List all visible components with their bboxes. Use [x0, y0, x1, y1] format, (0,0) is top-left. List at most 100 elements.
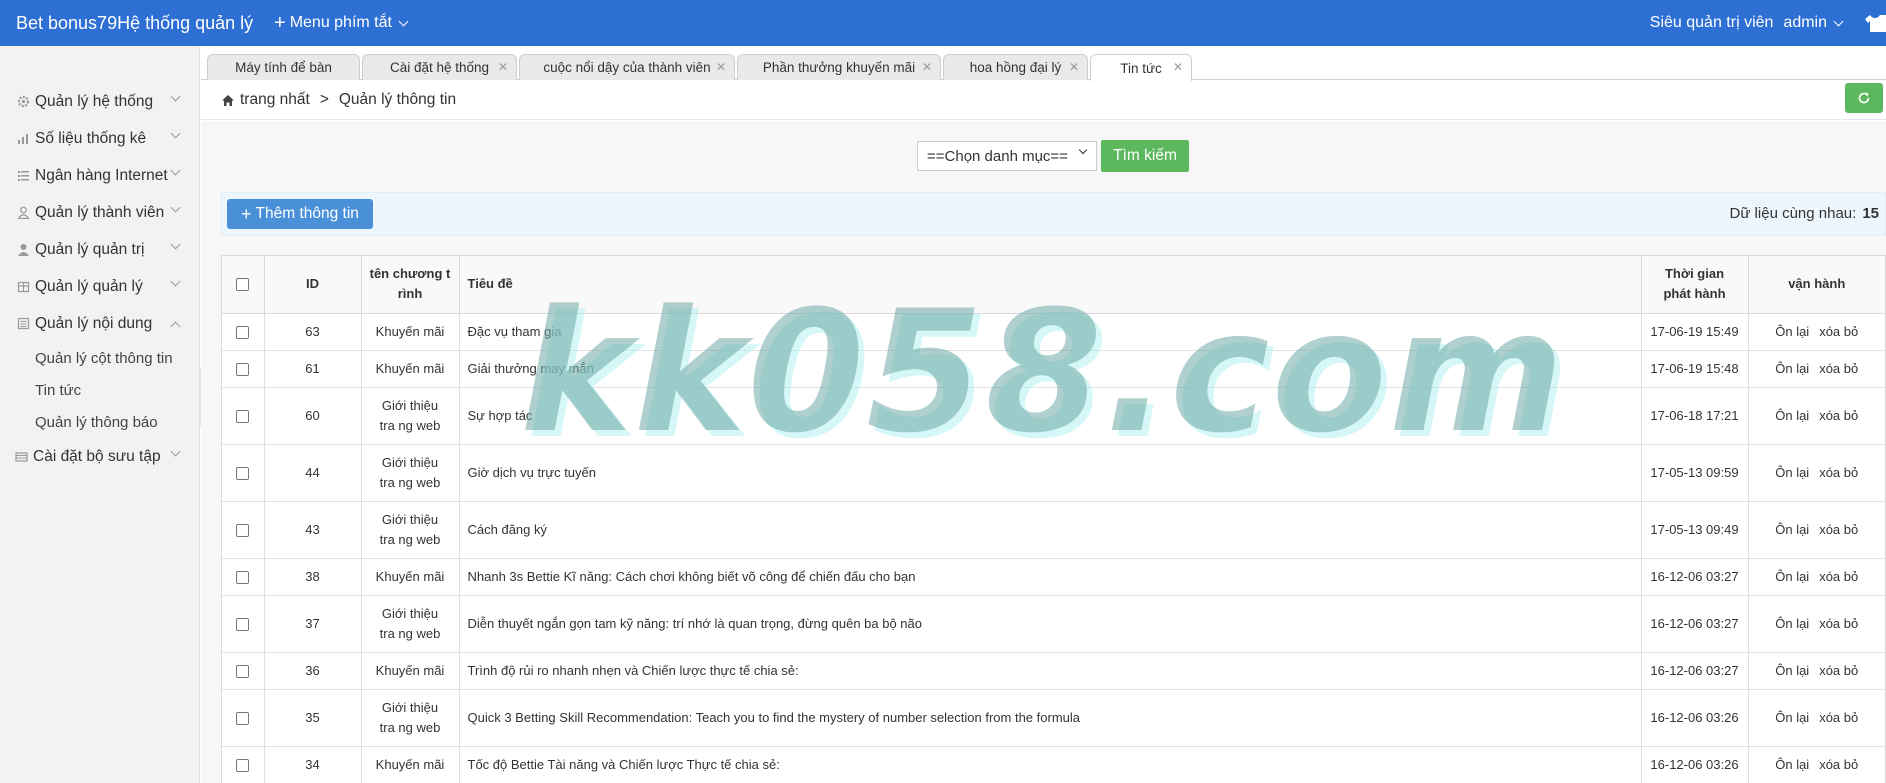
column-header-time[interactable]: Thời gian phát hành [1641, 256, 1749, 314]
refresh-button[interactable] [1845, 83, 1883, 113]
sidebar-subitem-news[interactable]: Tin tức [0, 374, 199, 406]
delete-link[interactable]: xóa bỏ [1819, 522, 1858, 537]
cell-id: 43 [264, 501, 362, 559]
sidebar-subitem-info-columns[interactable]: Quản lý cột thông tin [0, 342, 199, 374]
sidebar-item-statistics[interactable]: Số liệu thống kê [0, 120, 199, 157]
cell-time: 16-12-06 03:26 [1641, 746, 1749, 783]
close-icon[interactable]: ✕ [498, 60, 508, 74]
cell-id: 38 [264, 558, 362, 596]
sidebar-item-admins[interactable]: Quản lý quản trị [0, 231, 199, 268]
delete-link[interactable]: xóa bỏ [1819, 569, 1858, 584]
row-checkbox[interactable] [236, 409, 250, 423]
cell-program: Khuyến mãi [361, 350, 460, 388]
close-icon[interactable]: ✕ [922, 60, 932, 74]
row-checkbox[interactable] [236, 325, 250, 339]
row-checkbox[interactable] [236, 711, 250, 725]
close-icon[interactable]: ✕ [716, 60, 726, 74]
tab-promotion-rewards[interactable]: Phần thưởng khuyến mãi ✕ [737, 54, 941, 80]
tab-label: Phần thưởng khuyến mãi [762, 60, 916, 75]
cell-title: Đặc vụ tham gia [459, 313, 1642, 351]
edit-link[interactable]: Ôn lại [1775, 616, 1809, 631]
column-header-id[interactable]: ID [264, 256, 362, 314]
user-area: Siêu quản trị viên admin [1650, 0, 1886, 46]
table-row: 36 Khuyến mãi Trình độ rủi ro nhanh nhẹn v… [222, 652, 1885, 690]
edit-link[interactable]: Ôn lại [1775, 757, 1809, 772]
delete-link[interactable]: xóa bỏ [1819, 616, 1858, 631]
edit-link[interactable]: Ôn lại [1775, 324, 1809, 339]
app-brand[interactable]: Bet bonus79Hệ thống quản lý [0, 13, 270, 34]
tab-system-settings[interactable]: Cài đặt hệ thống ✕ [362, 54, 517, 80]
row-checkbox[interactable] [236, 570, 250, 584]
close-icon[interactable]: ✕ [1069, 60, 1079, 74]
edit-link[interactable]: Ôn lại [1775, 408, 1809, 423]
sidebar-item-internet-bank[interactable]: Ngân hàng Internet [0, 157, 199, 194]
sidebar-item-collection-settings[interactable]: Cài đặt bộ sưu tập [0, 438, 199, 475]
close-icon[interactable]: ✕ [1173, 60, 1183, 74]
cell-id: 61 [264, 350, 362, 388]
table-row: 43 Giới thiệu tra ng web Cách đăng ký 17-05… [222, 501, 1885, 559]
delete-link[interactable]: xóa bỏ [1819, 757, 1858, 772]
column-header-title[interactable]: Tiêu đề [459, 256, 1642, 314]
row-select-cell [222, 350, 265, 388]
edit-link[interactable]: Ôn lại [1775, 465, 1809, 480]
cell-actions: Ôn lại xóa bỏ [1748, 689, 1885, 747]
sidebar-item-content[interactable]: Quản lý nội dung [0, 305, 199, 342]
row-checkbox[interactable] [236, 362, 250, 376]
shortcut-menu-button[interactable]: + Menu phím tắt [274, 13, 409, 33]
row-checkbox[interactable] [236, 617, 250, 631]
gear-icon [16, 95, 31, 109]
delete-link[interactable]: xóa bỏ [1819, 324, 1858, 339]
cell-title: Diễn thuyết ngắn gọn tam kỹ năng: trí nh… [459, 595, 1642, 653]
delete-link[interactable]: xóa bỏ [1819, 465, 1858, 480]
row-select-cell [222, 444, 265, 502]
breadcrumb-separator: > [319, 91, 329, 108]
row-select-cell [222, 387, 265, 445]
cell-program: Giới thiệu tra ng web [361, 595, 460, 653]
user-menu-button[interactable]: admin [1783, 14, 1844, 32]
delete-link[interactable]: xóa bỏ [1819, 361, 1858, 376]
sidebar-item-management[interactable]: Quản lý quản lý [0, 268, 199, 305]
delete-link[interactable]: xóa bỏ [1819, 663, 1858, 678]
tab-member-uprising[interactable]: cuộc nổi dậy của thành viên ✕ [519, 54, 735, 80]
cell-program: Khuyến mãi [361, 652, 460, 690]
cell-time: 17-05-13 09:49 [1641, 501, 1749, 559]
cell-time: 17-06-19 15:49 [1641, 313, 1749, 351]
column-header-program[interactable]: tên chương t rình [361, 256, 460, 314]
sidebar-item-members[interactable]: Quản lý thành viên [0, 194, 199, 231]
row-checkbox[interactable] [236, 758, 250, 772]
sidebar-item-label: Số liệu thống kê [35, 129, 147, 147]
table-row: 34 Khuyến mãi Tốc độ Bettie Tài năng và Ch… [222, 746, 1885, 783]
theme-shirt-icon[interactable] [1864, 14, 1886, 32]
sidebar-item-system[interactable]: Quản lý hệ thống [0, 83, 199, 120]
cell-title: Tốc độ Bettie Tài năng và Chiến lược Thự… [459, 746, 1642, 783]
tab-agent-commission[interactable]: hoa hồng đại lý ✕ [943, 54, 1088, 80]
sidebar-item-label: Quản lý thành viên [35, 203, 165, 221]
chevron-down-icon [170, 128, 181, 139]
tab-desktop[interactable]: Máy tính để bàn [207, 54, 360, 80]
add-info-button[interactable]: + Thêm thông tin [227, 199, 373, 229]
refresh-icon [1858, 92, 1870, 104]
edit-link[interactable]: Ôn lại [1775, 361, 1809, 376]
cell-time: 16-12-06 03:26 [1641, 689, 1749, 747]
tab-news[interactable]: Tin tức ✕ [1090, 54, 1192, 81]
delete-link[interactable]: xóa bỏ [1819, 710, 1858, 725]
column-header-actions: vận hành [1748, 256, 1885, 314]
category-select[interactable]: ==Chọn danh mục== [917, 141, 1097, 171]
delete-link[interactable]: xóa bỏ [1819, 408, 1858, 423]
breadcrumb-home-link[interactable]: trang nhất [240, 91, 310, 109]
row-checkbox[interactable] [236, 664, 250, 678]
edit-link[interactable]: Ôn lại [1775, 710, 1809, 725]
cell-title: Quick 3 Betting Skill Recommendation: Te… [459, 689, 1642, 747]
select-all-header [222, 256, 265, 314]
cell-actions: Ôn lại xóa bỏ [1748, 595, 1885, 653]
cell-time: 17-06-18 17:21 [1641, 387, 1749, 445]
edit-link[interactable]: Ôn lại [1775, 522, 1809, 537]
select-all-checkbox[interactable] [236, 278, 250, 292]
row-checkbox[interactable] [236, 523, 250, 537]
row-checkbox[interactable] [236, 466, 250, 480]
edit-link[interactable]: Ôn lại [1775, 663, 1809, 678]
table-row: 38 Khuyến mãi Nhanh 3s Bettie Kĩ năng: Các… [222, 558, 1885, 596]
sidebar-subitem-announcements[interactable]: Quản lý thông báo [0, 406, 199, 438]
search-button[interactable]: Tìm kiếm [1101, 140, 1189, 172]
edit-link[interactable]: Ôn lại [1775, 569, 1809, 584]
